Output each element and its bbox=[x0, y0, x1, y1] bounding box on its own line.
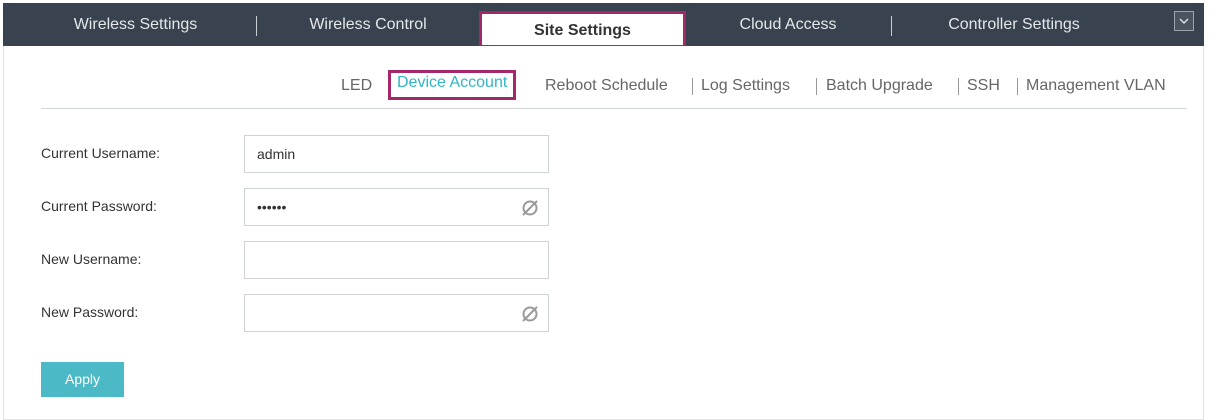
tab-separator bbox=[891, 16, 892, 36]
new-password-field[interactable] bbox=[244, 294, 549, 332]
new-username-input[interactable] bbox=[245, 242, 548, 278]
eye-slash-icon[interactable] bbox=[520, 304, 540, 324]
tab-separator bbox=[256, 16, 257, 36]
subtab-divider bbox=[816, 78, 817, 95]
eye-slash-icon[interactable] bbox=[520, 198, 540, 218]
apply-button[interactable]: Apply bbox=[41, 362, 124, 397]
current-username-label: Current Username: bbox=[41, 145, 161, 161]
subtab-batch-upgrade[interactable]: Batch Upgrade bbox=[826, 73, 933, 99]
new-username-field[interactable] bbox=[244, 241, 549, 279]
chevron-down-icon bbox=[1179, 18, 1189, 24]
current-password-input[interactable] bbox=[245, 189, 548, 225]
tab-cloud-access[interactable]: Cloud Access bbox=[688, 3, 888, 46]
current-username-input[interactable] bbox=[245, 136, 548, 172]
tab-wireless-control[interactable]: Wireless Control bbox=[259, 3, 477, 46]
content-panel: LED Device Account Reboot Schedule Log S… bbox=[3, 46, 1204, 420]
subtab-divider bbox=[692, 78, 693, 95]
current-password-label: Current Password: bbox=[41, 198, 157, 214]
menu-toggle-button[interactable] bbox=[1174, 11, 1194, 31]
tab-wireless-settings[interactable]: Wireless Settings bbox=[18, 3, 253, 46]
subtab-led[interactable]: LED bbox=[341, 73, 372, 99]
sub-navigation: LED Device Account Reboot Schedule Log S… bbox=[4, 70, 1205, 100]
subtab-log-settings[interactable]: Log Settings bbox=[701, 73, 790, 99]
subtab-reboot-schedule[interactable]: Reboot Schedule bbox=[545, 73, 668, 99]
new-username-label: New Username: bbox=[41, 251, 142, 267]
new-password-input[interactable] bbox=[245, 295, 548, 331]
subtab-divider bbox=[1017, 78, 1018, 95]
app-frame: Wireless Settings Wireless Control Site … bbox=[0, 0, 1220, 420]
current-username-field[interactable] bbox=[244, 135, 549, 173]
subnav-underline bbox=[41, 108, 1187, 109]
tab-site-settings[interactable]: Site Settings bbox=[479, 11, 686, 48]
top-navigation: Wireless Settings Wireless Control Site … bbox=[3, 3, 1204, 48]
current-password-field[interactable] bbox=[244, 188, 549, 226]
subtab-device-account[interactable]: Device Account bbox=[388, 70, 517, 100]
subtab-ssh[interactable]: SSH bbox=[967, 73, 1000, 99]
new-password-label: New Password: bbox=[41, 304, 139, 320]
subtab-management-vlan[interactable]: Management VLAN bbox=[1026, 73, 1166, 99]
tab-controller-settings[interactable]: Controller Settings bbox=[895, 3, 1133, 46]
subtab-divider bbox=[958, 78, 959, 95]
